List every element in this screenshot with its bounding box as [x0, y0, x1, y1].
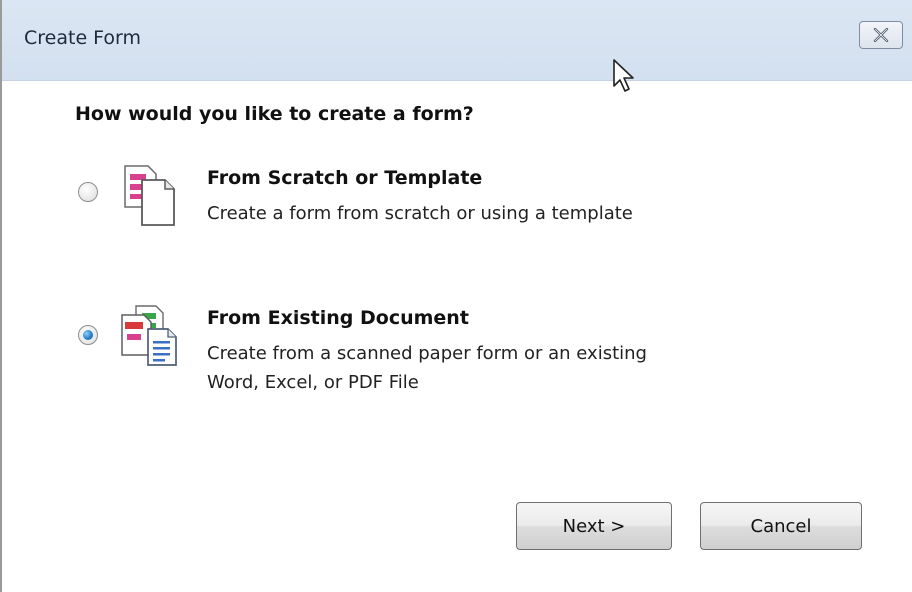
option-from-scratch-title[interactable]: From Scratch or Template [207, 167, 482, 189]
mouse-cursor-icon [612, 58, 638, 98]
option-from-existing-description-line-1: Create from a scanned paper form or an e… [207, 343, 647, 364]
cancel-button[interactable]: Cancel [700, 502, 862, 550]
close-x-icon [873, 28, 889, 42]
form-creation-question: How would you like to create a form? [75, 103, 474, 125]
close-button[interactable] [859, 21, 903, 49]
next-button[interactable]: Next > [516, 502, 672, 550]
dialog-title: Create Form [24, 27, 142, 49]
radio-from-scratch[interactable] [78, 182, 98, 202]
option-from-existing-description-line-2: Word, Excel, or PDF File [207, 372, 419, 393]
option-from-scratch-description: Create a form from scratch or using a te… [207, 199, 633, 228]
option-from-existing-description: Create from a scanned paper form or an e… [207, 339, 647, 397]
option-from-existing-title[interactable]: From Existing Document [207, 307, 469, 329]
radio-from-existing-document[interactable] [78, 325, 98, 345]
existing-document-icon [118, 303, 182, 371]
create-form-dialog: Create Form How would you like to create… [0, 0, 912, 592]
title-bar[interactable]: Create Form [2, 0, 912, 81]
option-from-scratch-description-line: Create a form from scratch or using a te… [207, 203, 633, 224]
blank-form-icon [120, 163, 178, 233]
radio-selected-dot [83, 330, 93, 340]
